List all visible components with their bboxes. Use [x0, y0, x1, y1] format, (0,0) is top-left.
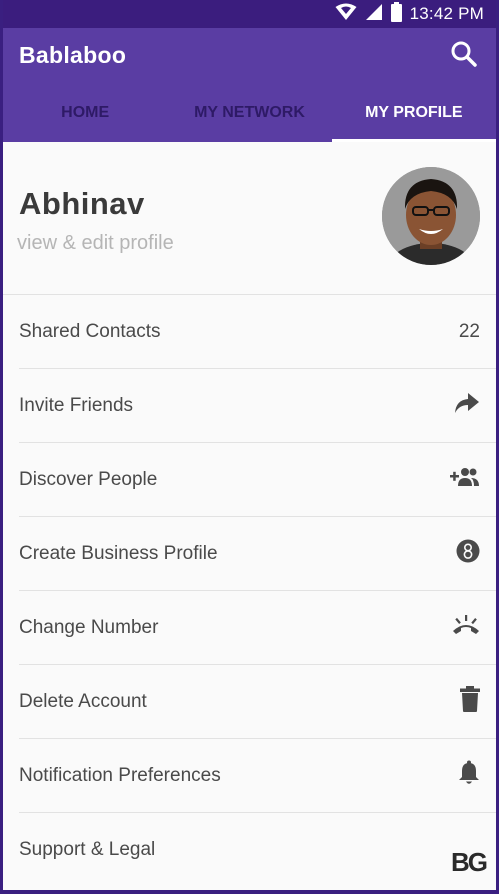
search-icon [450, 40, 478, 73]
app-bar: Bablaboo HOME MY NETWORK MY PROFILE [3, 28, 496, 142]
profile-name: Abhinav [19, 186, 145, 221]
bell-icon [458, 760, 480, 792]
menu-item-label: Create Business Profile [19, 543, 218, 564]
watermark-text: BG [451, 847, 488, 877]
share-arrow-icon [454, 392, 480, 420]
menu-item-shared-contacts[interactable]: Shared Contacts 22 [3, 294, 496, 368]
menu-item-label: Shared Contacts [19, 321, 161, 342]
profile-header[interactable]: Abhinav view & edit profile [3, 142, 496, 294]
status-time: 13:42 PM [409, 4, 484, 23]
trash-icon [460, 686, 480, 718]
search-button[interactable] [446, 38, 482, 74]
app-title: Bablaboo [19, 42, 127, 68]
menu-item-label: Notification Preferences [19, 765, 221, 786]
wifi-icon [335, 3, 357, 26]
menu-item-delete-account[interactable]: Delete Account [19, 664, 496, 738]
menu-item-support-legal[interactable]: Support & Legal [19, 812, 496, 886]
menu-item-invite-friends[interactable]: Invite Friends [19, 368, 496, 442]
menu-item-notification-preferences[interactable]: Notification Preferences [19, 738, 496, 812]
menu-item-label: Invite Friends [19, 395, 134, 416]
tab-bar: HOME MY NETWORK MY PROFILE [3, 84, 496, 142]
menu-item-change-number[interactable]: Change Number [19, 590, 496, 664]
menu-item-label: Delete Account [19, 691, 147, 712]
menu-item-discover-people[interactable]: Discover People [19, 442, 496, 516]
phone-hangup-icon [452, 615, 480, 641]
tab-home[interactable]: HOME [3, 84, 167, 142]
business-badge-icon [456, 539, 480, 569]
menu-item-label: Change Number [19, 617, 159, 638]
signal-icon [365, 3, 383, 26]
app-screen: 13:42 PM Bablaboo HOME MY NETWORK MY PRO… [0, 0, 499, 894]
view-edit-profile-link[interactable]: view & edit profile [17, 232, 174, 255]
status-icons: 13:42 PM [335, 0, 484, 28]
menu-item-create-business-profile[interactable]: Create Business Profile [19, 516, 496, 590]
tab-my-profile[interactable]: MY PROFILE [331, 84, 496, 142]
add-people-icon [450, 467, 480, 493]
avatar[interactable] [382, 167, 480, 265]
menu-item-label: Support & Legal [19, 839, 156, 860]
menu-item-label: Discover People [19, 469, 158, 490]
watermark-logo: BG [451, 847, 488, 878]
profile-menu: Shared Contacts 22 Invite Friends Discov… [3, 294, 496, 886]
status-bar: 13:42 PM [3, 0, 496, 28]
shared-contacts-count: 22 [458, 321, 480, 342]
tab-my-network[interactable]: MY NETWORK [167, 84, 331, 142]
battery-icon [390, 1, 402, 27]
avatar-portrait-icon [382, 167, 480, 265]
